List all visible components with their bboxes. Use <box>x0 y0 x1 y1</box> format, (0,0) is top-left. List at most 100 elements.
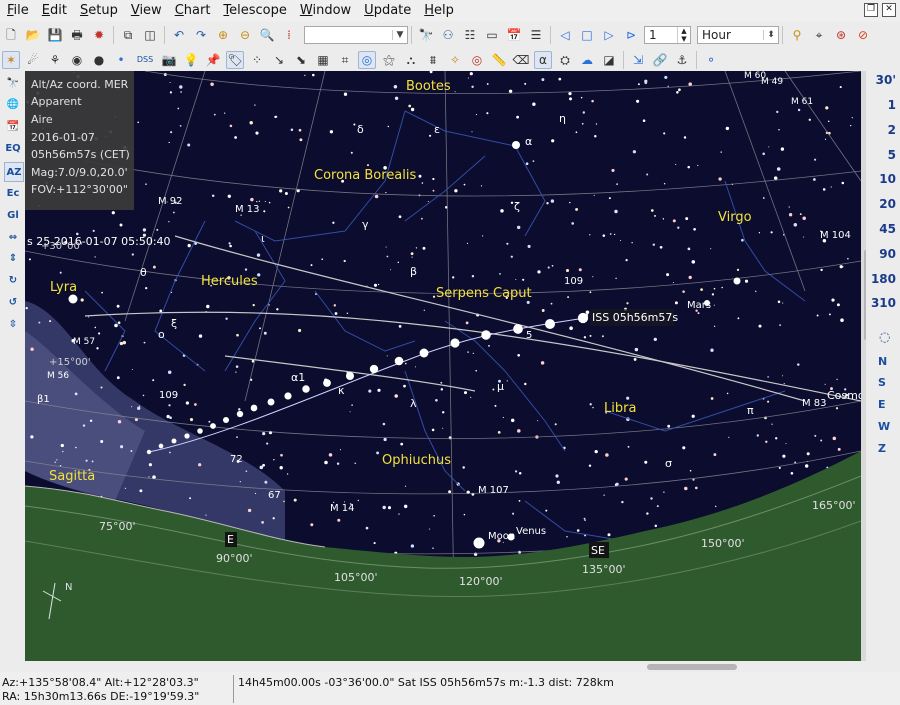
search-dropdown-arrow-icon[interactable]: ▼ <box>392 29 407 40</box>
ecliptic-coord-button[interactable]: Ec <box>4 184 22 202</box>
fov-button[interactable]: 5 <box>888 148 896 162</box>
galaxy-icon[interactable]: ◉ <box>68 51 86 69</box>
save-icon[interactable]: 💾 <box>46 26 64 44</box>
menu-telescope[interactable]: Telescope <box>216 0 292 22</box>
binoculars-icon[interactable]: 🔭 <box>417 26 435 44</box>
spin-arrows-icon[interactable]: ▲ ▼ <box>677 26 690 43</box>
calendar-config-icon[interactable]: 📆 <box>4 117 22 135</box>
observer-icon[interactable]: ⚇ <box>439 26 457 44</box>
window-icon[interactable]: ▭ <box>483 26 501 44</box>
animation-back-icon[interactable]: ◁ <box>556 26 574 44</box>
boundary-icon[interactable]: ⬊ <box>292 51 310 69</box>
eq-coord-button[interactable]: EQ <box>4 139 22 157</box>
fov-button[interactable]: 1 <box>888 98 896 112</box>
view-north-button[interactable]: N <box>878 355 887 368</box>
no-entry-icon[interactable]: ⊘ <box>854 26 872 44</box>
fov-button[interactable]: 90 <box>879 247 896 261</box>
print-icon[interactable]: 🖶 <box>68 26 86 44</box>
stars-filter-icon[interactable]: ✶ <box>2 50 20 69</box>
constellation-line-icon[interactable]: ⁘ <box>248 51 266 69</box>
satellite-icon[interactable]: ⛭ <box>556 51 574 69</box>
new-chart-icon[interactable]: 🗋 <box>2 26 20 44</box>
rotate-ccw-icon[interactable]: ↺ <box>4 293 22 311</box>
equatorial-grid-icon[interactable]: ⌗ <box>336 51 354 69</box>
list-icon[interactable]: ☰ <box>527 26 545 44</box>
observatory-icon[interactable]: 🔭 <box>4 74 22 92</box>
fov-button[interactable]: 20 <box>879 197 896 211</box>
menu-setup[interactable]: Setup <box>73 0 124 22</box>
compass-icon[interactable]: ◎ <box>358 50 376 69</box>
zenith-view-icon[interactable]: ◌ <box>879 330 890 345</box>
nebula-icon[interactable]: ⚘ <box>46 51 64 69</box>
zoom-search-icon[interactable]: 🔍 <box>258 26 276 44</box>
dots-icon[interactable]: ⁞ <box>280 26 298 44</box>
menu-window[interactable]: Window <box>293 0 357 22</box>
open-folder-icon[interactable]: 📂 <box>24 26 42 44</box>
dss-button[interactable]: DSS <box>134 51 156 69</box>
ruler-icon[interactable]: 📏 <box>490 51 508 69</box>
settings-gear-icon[interactable]: ✹ <box>90 26 108 44</box>
fov-button[interactable]: 2 <box>888 123 896 137</box>
milky-way-icon[interactable]: ⛬ <box>402 51 420 69</box>
night-vision-icon[interactable]: ◪ <box>600 51 618 69</box>
menu-file[interactable]: File <box>0 0 35 22</box>
comet-icon[interactable]: ☄ <box>24 51 42 69</box>
object-list-icon[interactable]: ⚬ <box>702 51 720 69</box>
search-input[interactable]: ▼ <box>304 25 408 44</box>
split-view-icon[interactable]: ◫ <box>141 26 159 44</box>
export-icon[interactable]: ⇲ <box>629 51 647 69</box>
fov-button[interactable]: 180 <box>871 272 896 286</box>
link-icon[interactable]: 🔗 <box>651 51 669 69</box>
view-west-button[interactable]: W <box>878 420 890 433</box>
asterism-icon[interactable]: ✧ <box>446 51 464 69</box>
bullseye-icon[interactable]: ◎ <box>468 51 486 69</box>
unit-dropdown-arrow-icon[interactable]: ⬍ <box>763 29 778 40</box>
galactic-coord-button[interactable]: Gl <box>4 206 22 224</box>
menu-help[interactable]: Help <box>417 0 460 22</box>
sky-chart-svg[interactable] <box>25 71 861 661</box>
telescope-icon[interactable]: ⚲ <box>788 26 806 44</box>
alpha-label-icon[interactable]: α <box>534 50 552 69</box>
globe-icon[interactable]: ⊛ <box>832 26 850 44</box>
cloud-icon[interactable]: ☁ <box>578 51 596 69</box>
rotate-cw-icon[interactable]: ↻ <box>4 271 22 289</box>
moon-icon[interactable]: ● <box>90 51 108 69</box>
menu-edit[interactable]: Edit <box>35 0 73 22</box>
redo-icon[interactable]: ↷ <box>192 26 210 44</box>
iss-label[interactable]: ISS 05h56m57s <box>592 311 678 324</box>
pointer-icon[interactable]: ↘ <box>270 51 288 69</box>
time-step-spinbox[interactable]: 1 ▲ ▼ <box>644 25 691 44</box>
updown-icon[interactable]: ⇳ <box>4 315 22 333</box>
restore-window-icon[interactable]: ❐ <box>864 3 878 17</box>
label-icon[interactable]: 🏷 <box>226 50 244 69</box>
animation-forward-icon[interactable]: ⊳ <box>622 26 640 44</box>
world-icon[interactable]: 🌐 <box>4 95 22 113</box>
grid-lines-icon[interactable]: ▦ <box>314 51 332 69</box>
menu-chart[interactable]: Chart <box>168 0 217 22</box>
target-icon[interactable]: ⌖ <box>810 26 828 44</box>
undo-icon[interactable]: ↶ <box>170 26 188 44</box>
flip-vertical-icon[interactable]: ⇕ <box>4 249 22 267</box>
anchor-icon[interactable]: ⚓ <box>673 51 691 69</box>
time-step-unit-select[interactable]: Hour ⬍ <box>697 25 779 44</box>
pin-icon[interactable]: 📌 <box>204 51 222 69</box>
light-bulb-icon[interactable]: 💡 <box>182 51 200 69</box>
fov-button[interactable]: 30' <box>876 73 896 87</box>
close-window-icon[interactable]: ✕ <box>882 3 896 17</box>
view-east-button[interactable]: E <box>878 398 886 411</box>
eraser-icon[interactable]: ⌫ <box>512 51 530 69</box>
animation-stop-icon[interactable]: □ <box>578 26 596 44</box>
view-zenith-button[interactable]: Z <box>878 442 886 455</box>
menu-update[interactable]: Update <box>357 0 417 22</box>
planet-icon[interactable]: • <box>112 51 130 69</box>
zodiac-icon[interactable]: ⚝ <box>380 51 398 69</box>
camera-icon[interactable]: 📷 <box>160 51 178 69</box>
zoom-in-icon[interactable]: ⊕ <box>214 26 232 44</box>
fov-button[interactable]: 310 <box>871 296 896 310</box>
grid-icon[interactable]: ☷ <box>461 26 479 44</box>
calendar-icon[interactable]: 📅 <box>505 26 523 44</box>
animation-play-icon[interactable]: ▷ <box>600 26 618 44</box>
sky-chart[interactable]: Bootes Corona Borealis Virgo Hercules Se… <box>25 71 861 661</box>
view-south-button[interactable]: S <box>878 376 886 389</box>
zoom-out-icon[interactable]: ⊖ <box>236 26 254 44</box>
